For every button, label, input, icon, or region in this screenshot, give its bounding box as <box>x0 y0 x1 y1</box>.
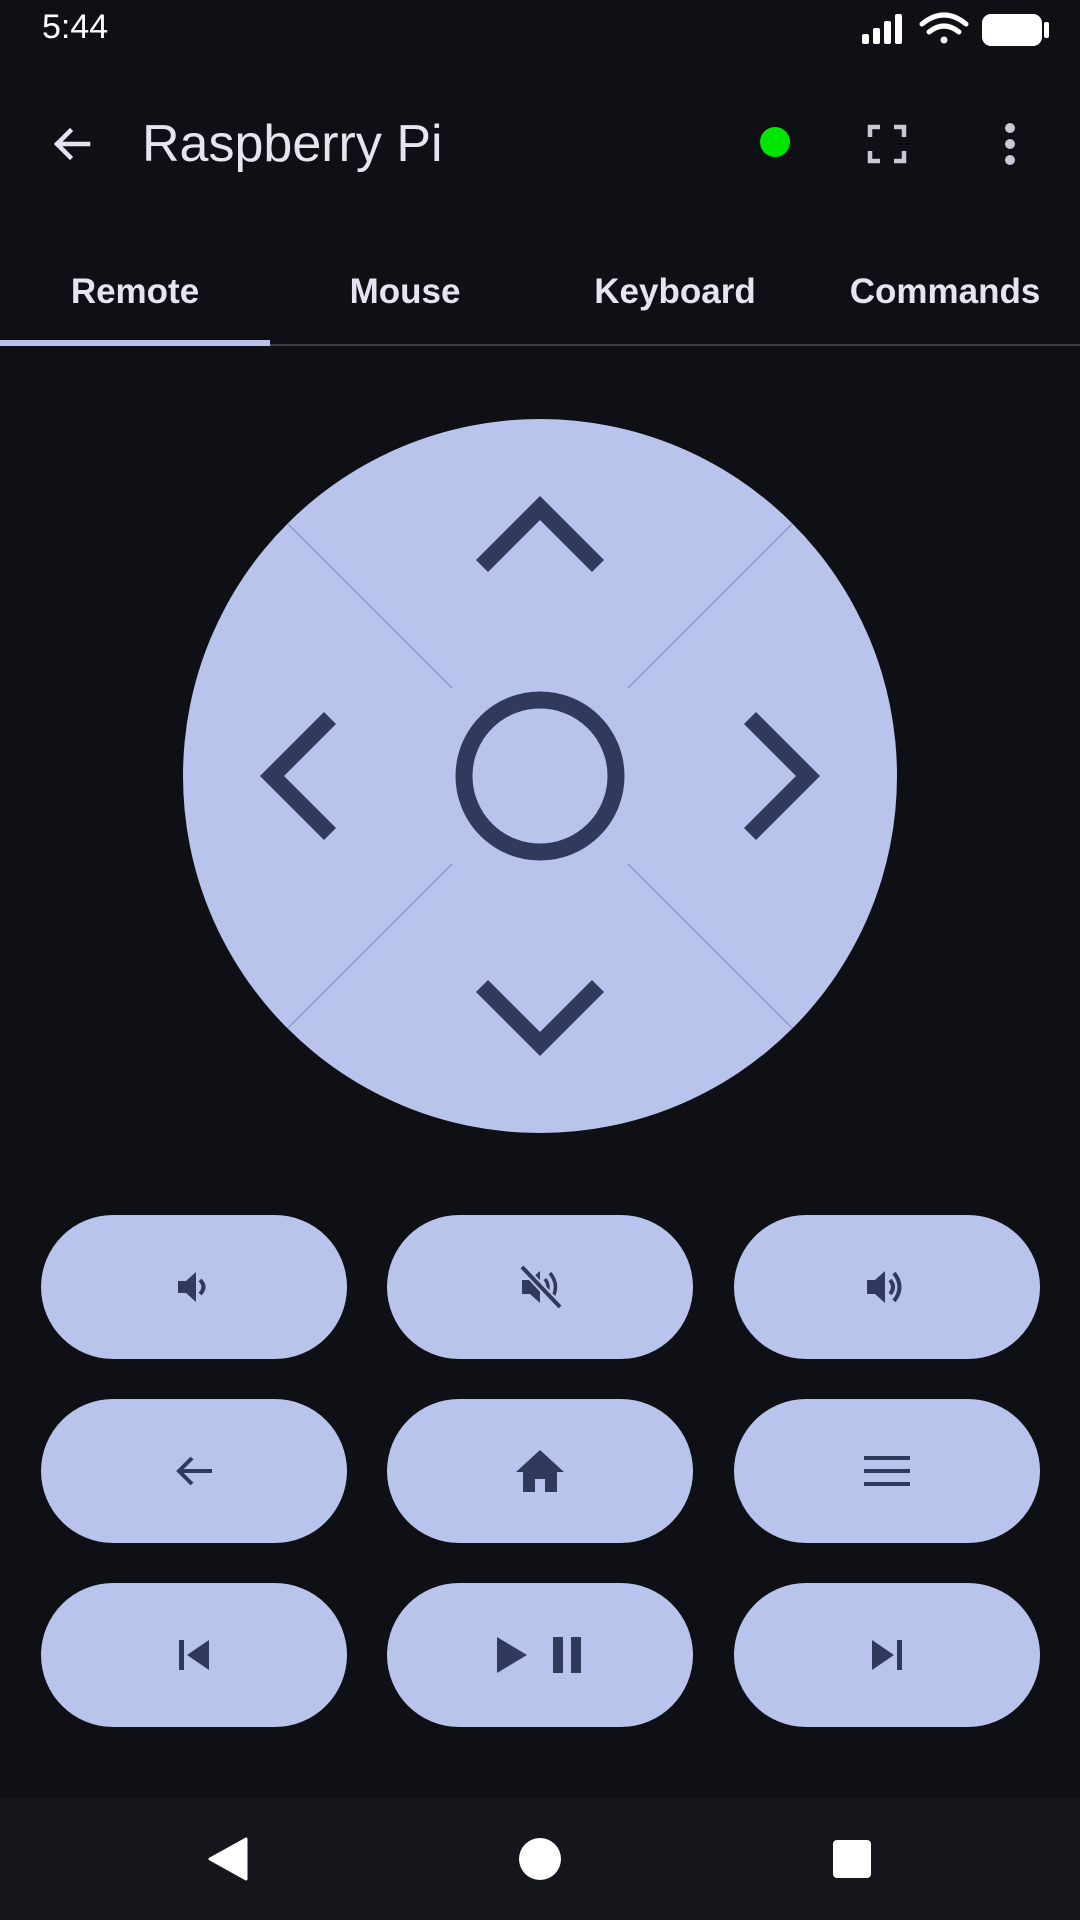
dpad-up-button[interactable] <box>382 458 698 638</box>
volume-up-icon <box>867 1271 902 1303</box>
page-title: Raspberry Pi <box>142 115 443 173</box>
back-button[interactable] <box>41 1399 347 1543</box>
fullscreen-button[interactable] <box>854 108 920 180</box>
tab-label: Remote <box>70 272 200 311</box>
nav-home-icon <box>519 1838 561 1880</box>
status-time: 5:44 <box>42 8 109 46</box>
tab-bar: Remote Mouse Keyboard Commands <box>0 240 1080 346</box>
arrow-back-icon <box>53 127 91 161</box>
nav-home-button[interactable] <box>480 1798 600 1920</box>
volume-down-button[interactable] <box>41 1215 347 1359</box>
dpad <box>183 419 897 1133</box>
volume-down-icon <box>178 1272 206 1302</box>
dpad-down-button[interactable] <box>382 914 698 1094</box>
previous-button[interactable] <box>41 1583 347 1727</box>
tab-label: Mouse <box>349 272 461 311</box>
skip-next-icon <box>872 1640 902 1670</box>
tab-commands[interactable]: Commands <box>810 240 1080 344</box>
volume-up-button[interactable] <box>734 1215 1040 1359</box>
tab-remote[interactable]: Remote <box>0 240 270 346</box>
signal-icon <box>862 14 902 44</box>
play-pause-button[interactable] <box>387 1583 693 1727</box>
nav-recents-icon <box>833 1840 871 1878</box>
dpad-left-button[interactable] <box>222 618 402 934</box>
more-options-button[interactable] <box>980 108 1040 180</box>
play-pause-icon <box>497 1637 581 1673</box>
battery-icon <box>982 14 1049 46</box>
skip-previous-icon <box>179 1640 209 1670</box>
menu-button[interactable] <box>734 1399 1040 1543</box>
tab-mouse[interactable]: Mouse <box>270 240 540 344</box>
system-nav-bar <box>0 1798 1080 1920</box>
tab-label: Commands <box>849 272 1041 311</box>
next-button[interactable] <box>734 1583 1040 1727</box>
wifi-icon <box>919 12 969 44</box>
connection-status-icon <box>760 127 790 157</box>
nav-back-button[interactable] <box>168 1798 288 1920</box>
home-button[interactable] <box>387 1399 693 1543</box>
menu-icon <box>864 1456 910 1486</box>
fullscreen-icon <box>867 124 907 164</box>
back-arrow-button[interactable] <box>36 108 108 180</box>
nav-recents-button[interactable] <box>792 1798 912 1920</box>
volume-off-icon <box>519 1264 563 1310</box>
home-icon <box>516 1450 564 1492</box>
dpad-right-button[interactable] <box>678 618 858 934</box>
mute-button[interactable] <box>387 1215 693 1359</box>
nav-back-icon <box>208 1837 248 1881</box>
tab-keyboard[interactable]: Keyboard <box>540 240 810 344</box>
arrow-back-icon <box>176 1456 212 1486</box>
tab-label: Keyboard <box>594 272 756 311</box>
status-icons <box>862 12 1049 46</box>
more-vert-icon <box>1005 123 1015 165</box>
